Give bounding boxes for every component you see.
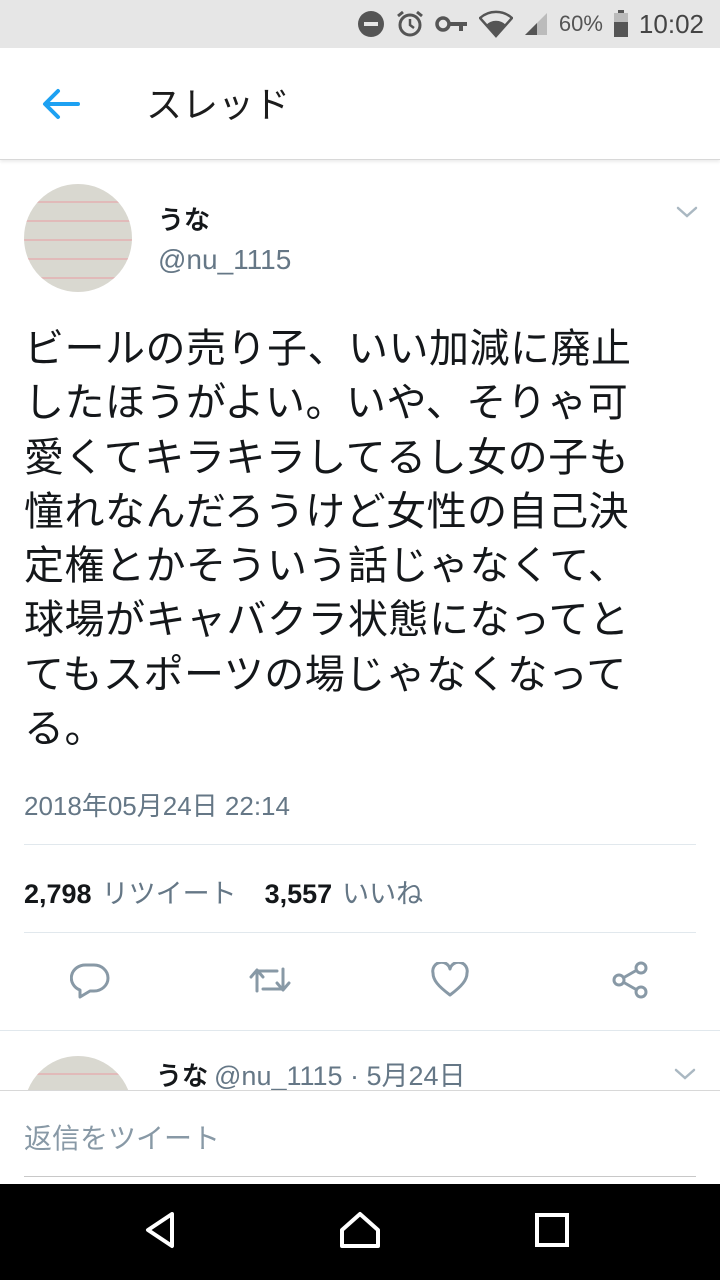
reply-avatar[interactable] [24,1056,132,1090]
nav-back-button[interactable] [136,1208,184,1256]
tweet-menu-button[interactable] [672,203,702,225]
section-divider [0,1030,720,1031]
reply-meta: @nu_1115 · 5月24日 [214,1061,466,1090]
like-label[interactable]: いいね [342,872,423,911]
reply-preview[interactable]: うな @nu_1115 · 5月24日 [0,1040,720,1090]
chevron-down-icon [673,1066,697,1086]
reply-input[interactable] [24,1119,696,1177]
clock: 10:02 [638,8,704,39]
share-button[interactable] [606,958,654,1006]
wifi-icon [478,10,513,38]
retweet-label[interactable]: リツイート [102,872,237,911]
signal-icon [523,11,549,37]
nav-home-button[interactable] [336,1208,384,1256]
tweet-text: ビールの売り子、いい加減に廃止 したほうがよい。いや、そりゃ可 愛くてキラキラし… [24,326,632,753]
chevron-down-icon [675,204,699,224]
reply-header: うな @nu_1115 · 5月24日 [156,1054,466,1090]
recents-icon [534,1212,570,1252]
like-icon [430,960,470,1002]
display-name[interactable]: うな [158,200,210,237]
compose-bar [0,1090,720,1184]
share-icon [610,960,650,1004]
battery-percent: 60% [558,11,603,36]
avatar[interactable] [24,184,132,292]
status-icons: 60% 10:02 [357,0,704,48]
app-bar: スレッド [0,48,720,160]
battery-icon [613,10,629,38]
alarm-icon [395,9,425,39]
divider [24,844,696,845]
retweet-icon [247,961,293,1003]
user-handle[interactable]: @nu_1115 [158,244,291,276]
do-not-disturb-icon [357,10,385,38]
like-button[interactable] [426,958,474,1006]
arrow-left-icon [40,86,80,126]
nav-recents-button[interactable] [528,1208,576,1256]
home-icon [338,1210,382,1254]
reply-button[interactable] [66,958,114,1006]
status-bar: 60% 10:02 [0,0,720,48]
page-title: スレッド [146,85,291,126]
reply-menu-button[interactable] [670,1065,700,1087]
retweet-count[interactable]: 2,798 [24,879,92,910]
back-button[interactable] [32,82,88,130]
divider [24,932,696,933]
like-count[interactable]: 3,557 [265,879,333,910]
reply-icon [69,961,110,1003]
tweet-stats: 2,798 リツイート 3,557 いいね [24,872,451,911]
reply-display-name[interactable]: うな [156,1056,208,1090]
vpn-key-icon [435,14,469,34]
back-triangle-icon [142,1210,178,1254]
tweet-timestamp: 2018年05月24日 22:14 [24,791,290,821]
navigation-bar [0,1184,720,1280]
retweet-button[interactable] [246,958,294,1006]
